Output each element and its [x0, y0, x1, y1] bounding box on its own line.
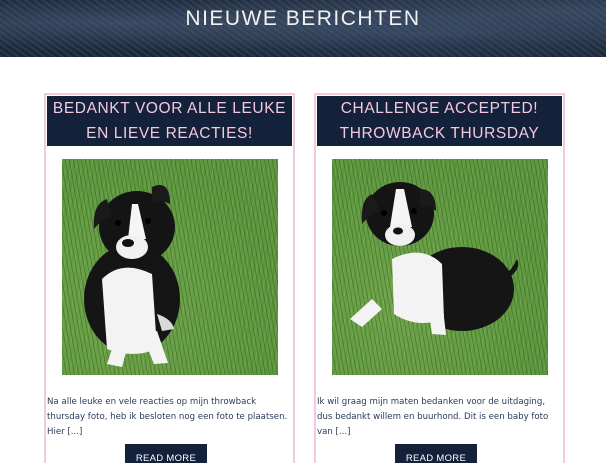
- post-excerpt: Ik wil graag mijn maten bedanken voor de…: [317, 397, 549, 437]
- post-title[interactable]: CHALLENGE ACCEPTED! THROWBACK THURSDAY: [317, 96, 562, 146]
- section-title: NIEUWE BERICHTEN: [185, 6, 421, 30]
- post-image[interactable]: [62, 159, 278, 375]
- read-more-button[interactable]: READ MORE: [395, 444, 477, 463]
- post-card: CHALLENGE ACCEPTED! THROWBACK THURSDAY I…: [314, 93, 565, 463]
- puppy-photo: [84, 185, 180, 367]
- post-title[interactable]: BEDANKT VOOR ALLE LEUKE EN LIEVE REACTIE…: [47, 96, 292, 146]
- section-banner: NIEUWE BERICHTEN: [0, 0, 606, 57]
- post-image[interactable]: [332, 159, 548, 375]
- puppy-photo: [350, 182, 519, 335]
- post-card: BEDANKT VOOR ALLE LEUKE EN LIEVE REACTIE…: [44, 93, 295, 463]
- post-excerpt: Na alle leuke en vele reacties op mijn t…: [47, 397, 288, 437]
- read-more-button[interactable]: READ MORE: [125, 444, 207, 463]
